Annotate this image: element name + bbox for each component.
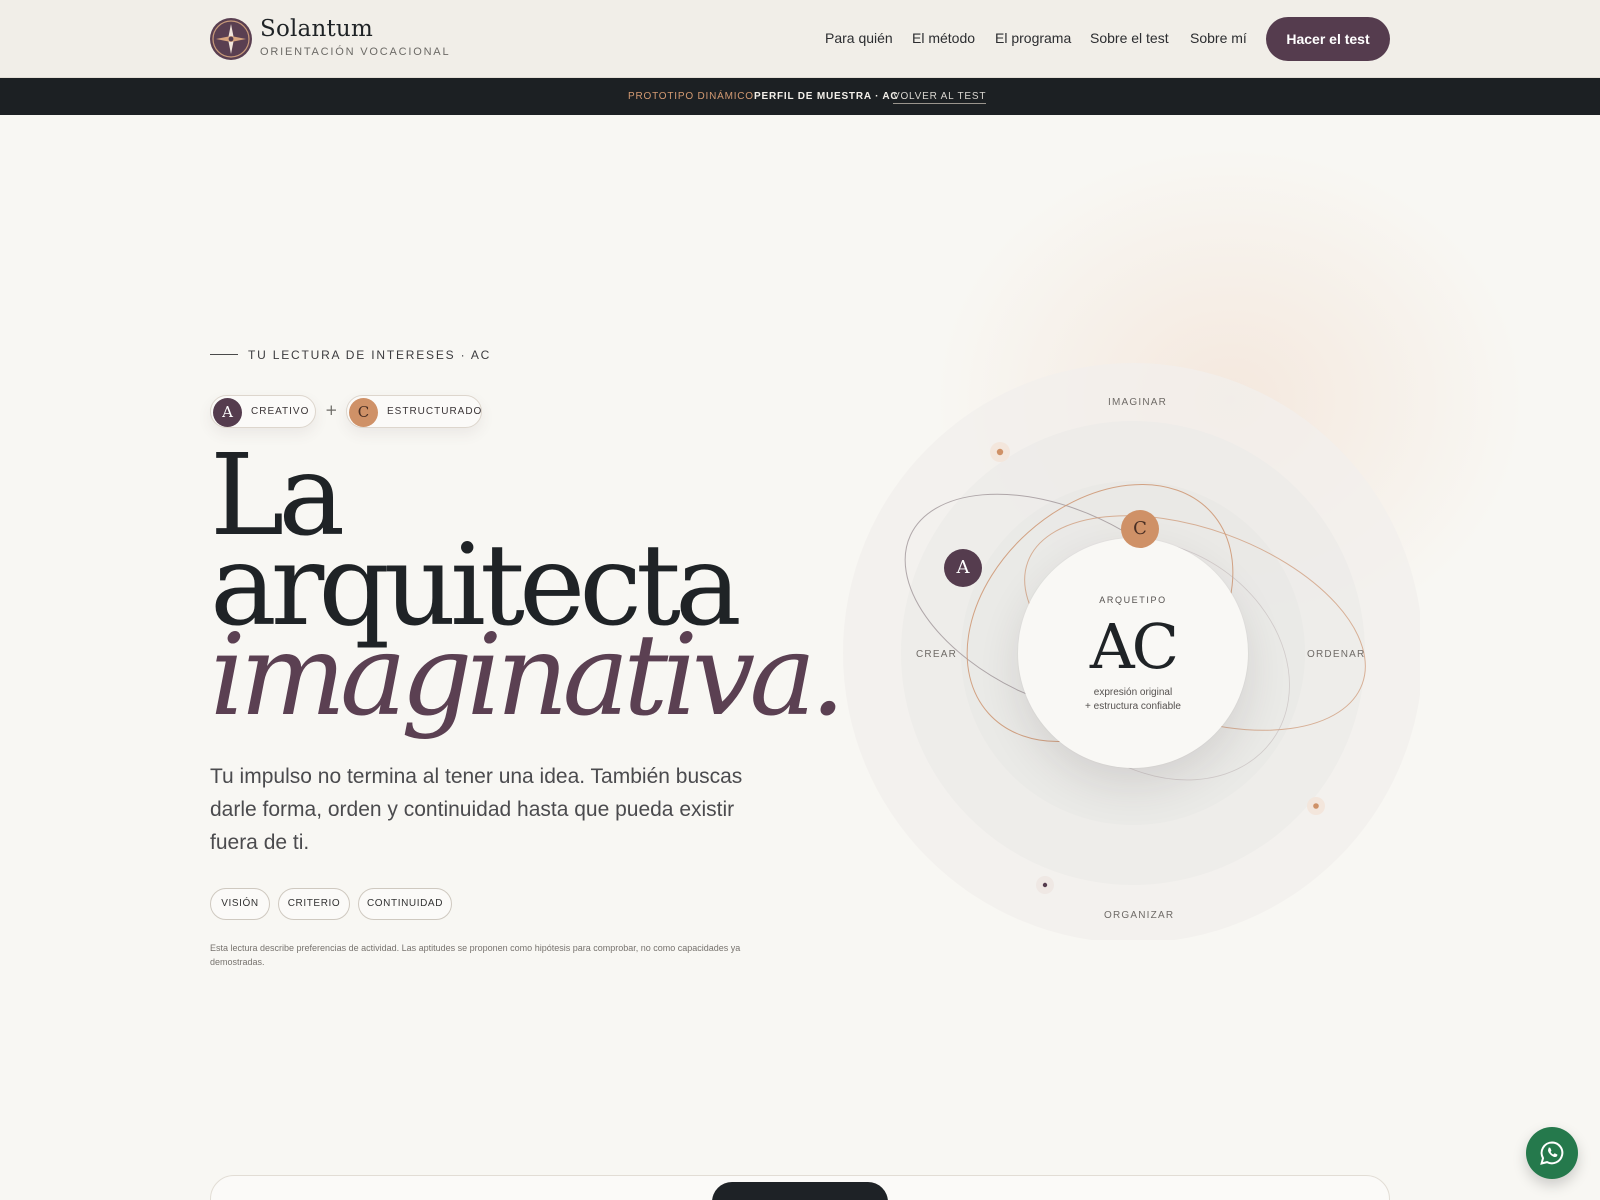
core-eyebrow: ARQUETIPO — [1099, 595, 1167, 605]
archetype-code: AC — [1089, 610, 1179, 683]
tag-continuidad: CONTINUIDAD — [358, 888, 452, 920]
plus-sign: + — [325, 401, 338, 419]
eyebrow-rule — [210, 354, 238, 355]
hero-lede: Tu impulso no termina al tener una idea.… — [210, 765, 743, 854]
chip-estructurado: C ESTRUCTURADO — [346, 395, 482, 428]
archetype-description: expresión original + estructura confiabl… — [1018, 686, 1248, 714]
axis-label-imaginar: IMAGINAR — [1108, 397, 1168, 408]
node-c: C — [1121, 510, 1159, 548]
nav-sobre-el-test[interactable]: Sobre el test — [1090, 30, 1169, 46]
archetype-desc-line-1: expresión original — [1093, 687, 1173, 698]
nav-el-metodo[interactable]: El método — [912, 30, 975, 46]
nav-el-programa[interactable]: El programa — [995, 30, 1071, 46]
nav-sobre-mi[interactable]: Sobre mí — [1190, 30, 1247, 46]
chip-label-estructurado: ESTRUCTURADO — [387, 406, 483, 417]
chip-creativo: A CREATIVO — [210, 395, 316, 428]
axis-label-crear: CREAR — [916, 649, 958, 660]
brand-tagline: ORIENTACIÓN VOCACIONAL — [260, 46, 451, 58]
chip-letter-a: A — [213, 398, 242, 427]
prototype-banner: PROTOTIPO DINÁMICO PERFIL DE MUESTRA · A… — [0, 78, 1600, 115]
tag-vision: VISIÓN — [210, 888, 270, 920]
hero-eyebrow: TU LECTURA DE INTERESES · AC — [248, 348, 492, 362]
page: Solantum ORIENTACIÓN VOCACIONAL Para qui… — [0, 0, 1600, 1200]
disclaimer: Esta lectura describe preferencias de ac… — [210, 943, 741, 967]
tag-criterio: CRITERIO — [278, 888, 350, 920]
node-a: A — [944, 549, 982, 587]
archetype-desc-line-2: + estructura confiable — [1085, 701, 1181, 712]
axis-label-ordenar: ORDENAR — [1307, 649, 1366, 660]
headline-line-3: imaginativa. — [210, 611, 846, 741]
archetype-core: ARQUETIPO AC expresión original + estruc… — [1018, 538, 1248, 768]
whatsapp-icon[interactable] — [1526, 1127, 1578, 1179]
section-tab-bar[interactable] — [712, 1182, 888, 1200]
compass-rose-icon[interactable] — [210, 18, 252, 60]
site-header: Solantum ORIENTACIÓN VOCACIONAL Para qui… — [0, 0, 1600, 78]
nav-para-quien[interactable]: Para quién — [825, 30, 893, 46]
banner-prototype-label: PROTOTIPO DINÁMICO — [628, 91, 754, 102]
take-test-button[interactable]: Hacer el test — [1266, 17, 1390, 61]
chip-letter-c: C — [349, 398, 378, 427]
axis-label-organizar: ORGANIZAR — [1104, 910, 1175, 921]
chip-label-creativo: CREATIVO — [251, 406, 310, 417]
brand-name[interactable]: Solantum — [260, 16, 373, 42]
back-to-test-link[interactable]: VOLVER AL TEST — [893, 91, 987, 104]
banner-sample-profile: PERFIL DE MUESTRA · AC — [754, 91, 899, 102]
